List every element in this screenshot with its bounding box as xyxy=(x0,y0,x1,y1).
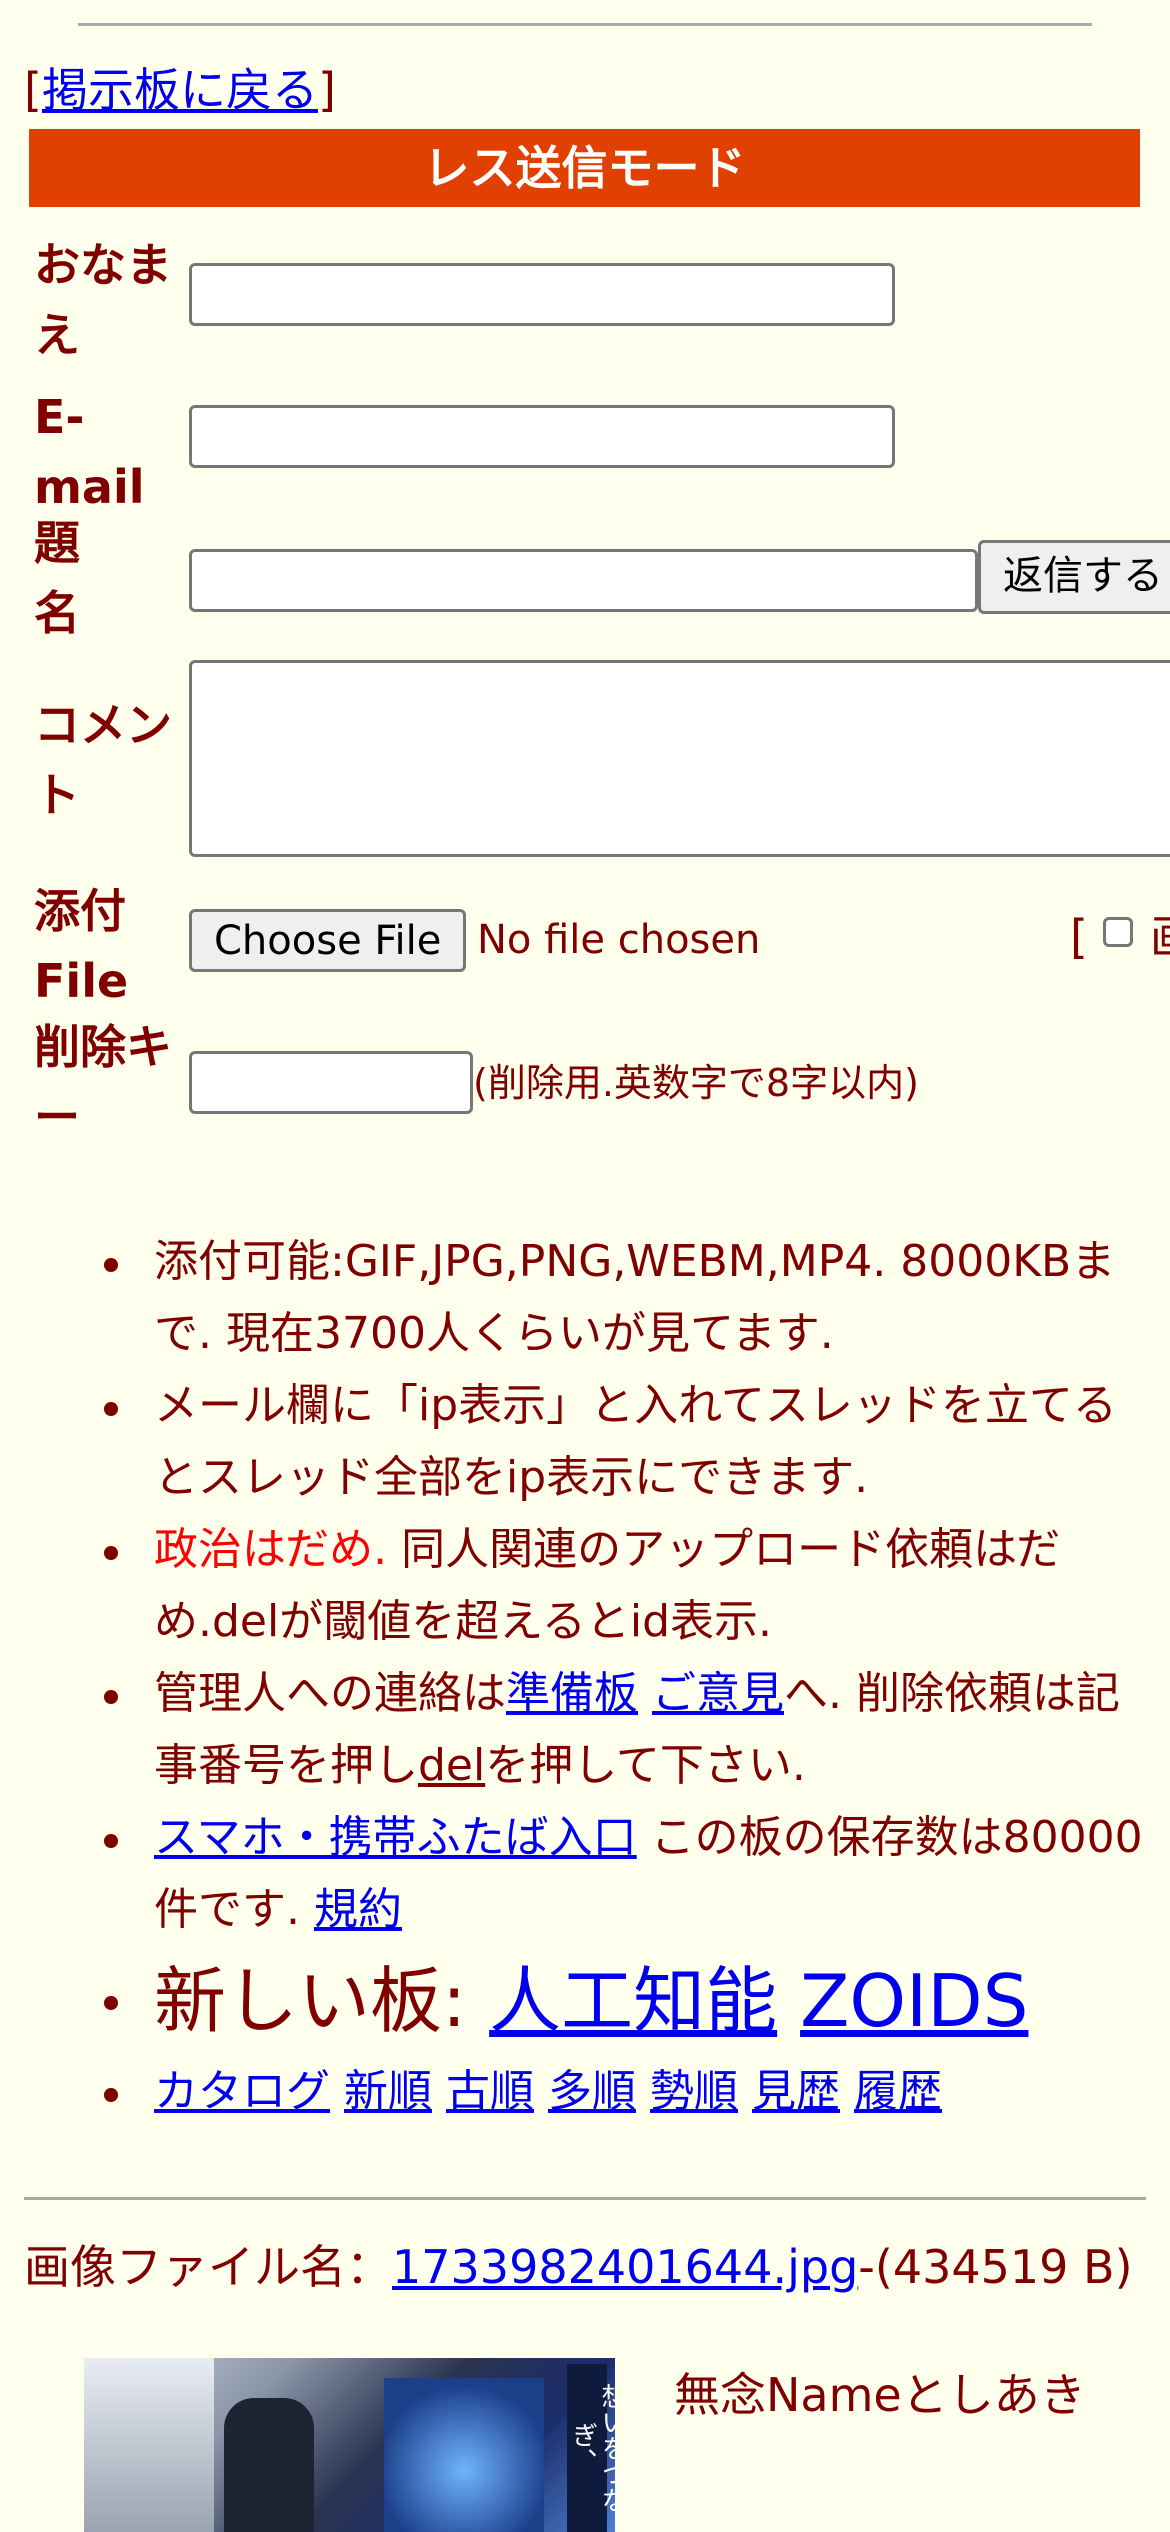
notice-item-new-boards: 新しい板: 人工知能 ZOIDS xyxy=(0,1946,1170,2056)
email-input[interactable] xyxy=(189,405,895,468)
new-boards-label: 新しい板: xyxy=(154,1959,490,2043)
back-to-board-link[interactable]: 掲示板に戻る xyxy=(42,63,318,117)
sort-momentum-link[interactable]: 勢順 xyxy=(650,2066,738,2117)
thumb-caption: 想いをつなぎ、 xyxy=(567,2383,615,2513)
choose-file-button[interactable]: Choose File xyxy=(189,909,466,972)
del-text: del xyxy=(418,1740,486,1791)
image-file-link[interactable]: 1733982401644.jpg xyxy=(392,2240,858,2294)
reply-mode-bar: レス送信モード xyxy=(29,129,1140,207)
notice-item-attach: 添付可能:GIF,JPG,PNG,WEBM,MP4. 8000KBまで. 現在3… xyxy=(0,1226,1170,1370)
sort-many-link[interactable]: 多順 xyxy=(548,2066,636,2117)
image-file-size: -(434519 B) xyxy=(858,2240,1133,2294)
bracket-open: [ xyxy=(24,63,42,117)
thread-divider xyxy=(24,2197,1146,2200)
no-file-text: No file chosen xyxy=(477,917,761,963)
notice-item-ip: メール欄に「ip表示」と入れてスレッドを立てるとスレッド全部をip表示にできます… xyxy=(0,1370,1170,1514)
attach-label: 添付File xyxy=(34,884,129,1008)
contact-text: 管理人への連絡は xyxy=(154,1668,506,1719)
terms-link[interactable]: 規約 xyxy=(314,1884,402,1935)
subject-label: 題名 xyxy=(34,516,80,640)
sort-old-link[interactable]: 古順 xyxy=(446,2066,534,2117)
reply-submit-button[interactable]: 返信する xyxy=(978,540,1170,614)
notice-item-contact: 管理人への連絡は準備板 ご意見へ. 削除依頼は記事番号を押しdelを押して下さい… xyxy=(0,1658,1170,1802)
notice-list: 添付可能:GIF,JPG,PNG,WEBM,MP4. 8000KBまで. 現在3… xyxy=(0,1226,1170,2128)
thumb-figure-glow xyxy=(384,2378,544,2532)
attach-option-label: 画 xyxy=(1150,907,1170,967)
thumb-figure-dark xyxy=(224,2398,314,2532)
notice-item-sort-links: カタログ 新順 古順 多順 勢順 見歴 履歴 xyxy=(0,2056,1170,2128)
post-thumbnail-image[interactable]: 想いをつなぎ、 xyxy=(84,2358,615,2532)
zoids-board-link[interactable]: ZOIDS xyxy=(800,1959,1028,2043)
attach-info-text: 添付可能:GIF,JPG,PNG,WEBM,MP4. 8000KBまで. 現在3… xyxy=(154,1236,1116,1359)
notice-item-politics: 政治はだめ. 同人関連のアップロード依頼はだめ.delが閾値を超えるとid表示. xyxy=(0,1514,1170,1658)
thumb-vertical-text: 想いをつなぎ、 xyxy=(567,2364,615,2532)
ai-board-link[interactable]: 人工知能 xyxy=(489,1959,777,2043)
delete-key-label: 削除キー xyxy=(34,1020,172,1144)
name-label: おなまえ xyxy=(34,238,172,362)
bracket-close: ] xyxy=(317,63,336,117)
comment-label: コメント xyxy=(34,698,172,822)
subject-input[interactable] xyxy=(189,549,978,612)
delete-request-text-end: を押して下さい. xyxy=(485,1740,806,1791)
email-label: E-mail xyxy=(34,390,145,514)
prep-board-link[interactable]: 準備板 xyxy=(506,1668,638,1719)
feedback-link[interactable]: ご意見 xyxy=(652,1668,784,1719)
ip-info-text: メール欄に「ip表示」と入れてスレッドを立てるとスレッド全部をip表示にできます… xyxy=(154,1380,1117,1503)
politics-warning: 政治はだめ. xyxy=(154,1524,388,1575)
comment-textarea[interactable] xyxy=(189,660,1170,857)
attach-option-checkbox[interactable] xyxy=(1103,917,1133,947)
catalog-link[interactable]: カタログ xyxy=(154,2066,330,2117)
image-file-label: 画像ファイル名： xyxy=(24,2240,392,2294)
image-file-info: 画像ファイル名：1733982401644.jpg-(434519 B) xyxy=(24,2238,1154,2296)
delete-key-input[interactable] xyxy=(189,1051,473,1114)
poster-name: 無念Nameとしあき xyxy=(674,2368,1086,2422)
mobile-entry-link[interactable]: スマホ・携帯ふたば入口 xyxy=(154,1812,637,1863)
delete-key-hint: (削除用.英数字で8字以内) xyxy=(473,1061,919,1105)
viewed-history-link[interactable]: 見歴 xyxy=(752,2066,840,2117)
name-input[interactable] xyxy=(189,263,895,326)
top-divider xyxy=(78,23,1092,26)
attach-option-bracket: [ xyxy=(1070,910,1088,964)
thumb-figure-left xyxy=(84,2358,214,2532)
sort-new-link[interactable]: 新順 xyxy=(344,2066,432,2117)
post-history-link[interactable]: 履歴 xyxy=(854,2066,942,2117)
notice-item-mobile: スマホ・携帯ふたば入口 この板の保存数は80000件です. 規約 xyxy=(0,1802,1170,1946)
back-nav: [掲示板に戻る] xyxy=(24,58,336,122)
